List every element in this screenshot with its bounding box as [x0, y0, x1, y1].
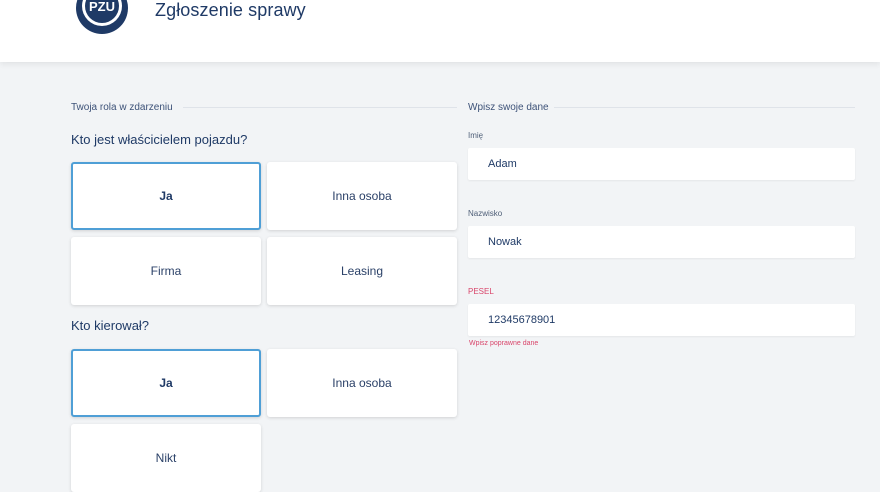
last-name-input[interactable]: [468, 226, 855, 258]
option-label: Leasing: [340, 264, 384, 278]
role-section-heading: Twoja rola w zdarzeniu: [71, 102, 173, 113]
pesel-error-message: Wpisz poprawne dane: [469, 340, 539, 347]
driver-option-other-person[interactable]: Inna osoba: [267, 349, 457, 417]
owner-option-me[interactable]: Ja: [71, 162, 261, 230]
owner-question: Kto jest właścicielem pojazdu?: [71, 132, 248, 147]
pzu-logo: PZU: [76, 0, 128, 34]
option-label: Ja: [159, 376, 173, 390]
logo-text: PZU: [89, 0, 115, 14]
pesel-input[interactable]: [468, 304, 855, 336]
personal-data-divider: [554, 107, 855, 108]
option-label: Inna osoba: [332, 189, 392, 203]
option-label: Nikt: [155, 451, 177, 465]
role-section-divider: [183, 107, 457, 108]
option-label: Firma: [150, 264, 182, 278]
owner-option-company[interactable]: Firma: [71, 237, 261, 305]
first-name-input[interactable]: [468, 148, 855, 180]
page-title: Zgłoszenie sprawy: [155, 0, 306, 20]
driver-option-me[interactable]: Ja: [71, 349, 261, 417]
driver-option-nobody[interactable]: Nikt: [71, 424, 261, 492]
header: PZU Zgłoszenie sprawy: [0, 0, 880, 62]
pesel-label: PESEL: [468, 287, 494, 296]
last-name-label: Nazwisko: [468, 209, 503, 218]
owner-option-other-person[interactable]: Inna osoba: [267, 162, 457, 230]
owner-option-leasing[interactable]: Leasing: [267, 237, 457, 305]
option-label: Ja: [159, 189, 173, 203]
driver-question: Kto kierował?: [71, 318, 150, 333]
personal-data-heading: Wpisz swoje dane: [468, 102, 549, 113]
option-label: Inna osoba: [332, 376, 392, 390]
first-name-label: Imię: [468, 131, 484, 140]
